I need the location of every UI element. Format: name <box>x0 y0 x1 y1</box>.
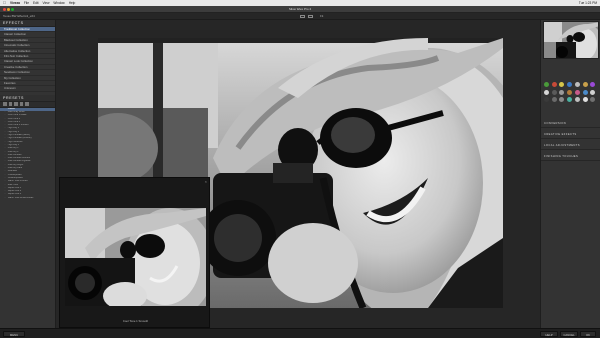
left-panel: EFFECTS Traditional Collection Classic Co… <box>0 20 56 328</box>
bottom-bar: MENU HELP CANCEL OK <box>0 328 600 338</box>
tool-icon[interactable] <box>551 82 557 87</box>
close-window-icon[interactable] <box>3 8 6 11</box>
section-conversion-label: CONVERSION <box>544 122 567 125</box>
tool-icon[interactable] <box>544 97 549 102</box>
app-window:  Viveza File Edit View Window Help Tue … <box>0 0 600 338</box>
preview-toggle-icon[interactable] <box>300 15 305 18</box>
tool-icon[interactable] <box>567 82 573 87</box>
tool-icon[interactable] <box>574 89 580 95</box>
grid-view-icon[interactable] <box>14 102 18 106</box>
add-preset-icon[interactable] <box>3 102 7 106</box>
tool-icon[interactable] <box>574 82 580 87</box>
list-view-icon[interactable] <box>19 102 23 106</box>
section-local-adjustments-label: LOCAL ADJUSTMENTS <box>544 144 580 147</box>
tool-icon[interactable] <box>582 82 588 87</box>
preset-preview-image <box>65 208 206 306</box>
tool-icon[interactable] <box>574 97 580 102</box>
collection-item[interactable]: Unknown <box>0 86 55 92</box>
tool-icon[interactable] <box>582 89 588 95</box>
control-point-icons <box>544 82 598 102</box>
import-preset-icon[interactable] <box>8 102 12 106</box>
tool-icon[interactable] <box>567 89 573 95</box>
menu-button[interactable]: MENU <box>3 331 25 337</box>
tool-icon[interactable] <box>567 97 573 102</box>
history-icon[interactable] <box>25 102 29 106</box>
help-button[interactable]: HELP <box>540 331 558 337</box>
right-panel: CONVERSION CREATIVE EFFECTS LOCAL ADJUST… <box>540 20 600 328</box>
tool-icon[interactable] <box>559 97 565 102</box>
tool-icon[interactable] <box>559 89 565 95</box>
toolbar: Texas BW Effects3_e64 Fit <box>0 13 600 20</box>
file-tab[interactable]: Texas BW Effects3_e64 <box>3 13 35 20</box>
tool-icon[interactable] <box>590 82 596 87</box>
presets-list: ☆ Classic ☆ Dark Gray Down ☆ Cool Tone 1 Matt… <box>0 107 55 200</box>
presets-header: PRESETS <box>0 94 55 102</box>
preset-item[interactable]: ☆ Warm Tone White Border <box>0 197 55 200</box>
tool-icon[interactable] <box>590 97 596 102</box>
section-finishing-touches[interactable]: FINISHING TOUCHES <box>541 153 600 161</box>
section-conversion[interactable]: CONVERSION <box>541 120 600 128</box>
tool-icon[interactable] <box>544 82 549 87</box>
cancel-button[interactable]: CANCEL <box>560 331 578 337</box>
tool-icon[interactable] <box>551 89 557 95</box>
section-local-adjustments[interactable]: LOCAL ADJUSTMENTS <box>541 142 600 150</box>
window-titlebar: Silver Efex Pro 2 <box>0 6 600 13</box>
section-finishing-touches-label: FINISHING TOUCHES <box>544 155 579 158</box>
zoom-label[interactable]: Fit <box>320 13 323 20</box>
compare-icon[interactable] <box>308 15 313 18</box>
preset-label: Warm Tone White Border <box>7 196 34 199</box>
tool-icon[interactable] <box>544 89 549 95</box>
tool-icon[interactable] <box>551 97 557 102</box>
zoom-window-icon[interactable] <box>11 8 14 11</box>
navigator-thumbnail[interactable] <box>543 21 599 59</box>
preset-preview-popup: × Cool Tone 1 Smooth <box>59 177 210 328</box>
tool-icon[interactable] <box>590 89 596 95</box>
window-title: Silver Efex Pro 2 <box>288 7 312 11</box>
favorite-star-icon[interactable]: ☆ <box>4 197 6 200</box>
close-icon[interactable]: × <box>205 179 207 184</box>
section-creative-effects-label: CREATIVE EFFECTS <box>544 133 577 136</box>
effects-header: EFFECTS <box>0 20 55 27</box>
preset-preview-caption: Cool Tone 1 Smooth <box>122 319 149 323</box>
ok-button[interactable]: OK <box>580 331 596 337</box>
tool-icon[interactable] <box>582 97 588 102</box>
collections-list: Traditional Collection Classic Collection… <box>0 27 55 92</box>
section-creative-effects[interactable]: CREATIVE EFFECTS <box>541 131 600 139</box>
minimize-window-icon[interactable] <box>7 8 10 11</box>
tool-icon[interactable] <box>559 82 565 87</box>
